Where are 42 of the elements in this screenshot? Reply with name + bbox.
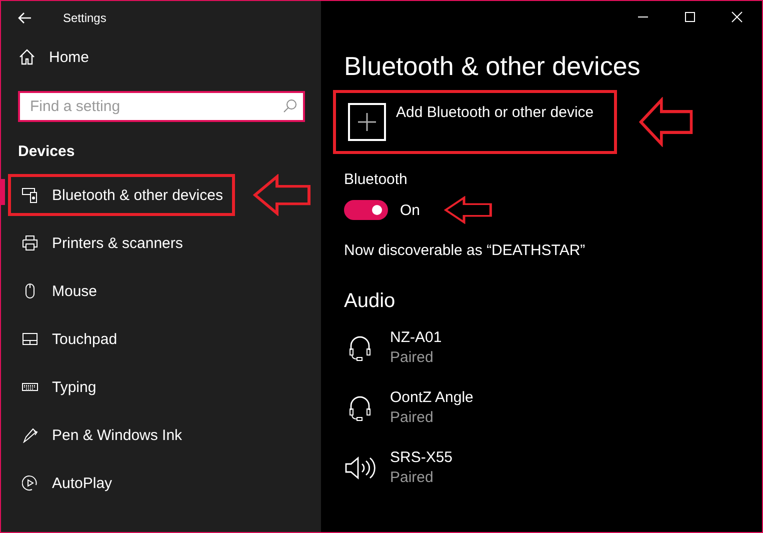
section-heading: Devices [17,142,76,162]
device-status: Paired [390,469,434,486]
close-icon[interactable] [731,11,743,23]
autoplay-icon [22,475,38,491]
device-item[interactable]: NZ-A01 Paired [344,322,762,373]
nav-item[interactable]: AutoPlay [8,464,222,502]
plus-icon [348,103,386,141]
nav-item[interactable]: Printers & scanners [8,224,222,262]
pen-icon [22,427,38,443]
discoverable-text: Now discoverable as “DEATHSTAR” [344,242,586,259]
bluetooth-toggle[interactable] [344,200,388,220]
nav-item[interactable]: Bluetooth & other devices [8,174,235,216]
window-title: Settings [63,10,106,24]
touchpad-icon [22,331,38,347]
device-status: Paired [390,349,434,366]
search-field[interactable]: Find a setting [18,91,305,122]
keyboard-device-icon [22,187,38,203]
toggle-state: On [400,202,420,218]
search-icon [283,99,297,113]
nav-item[interactable]: Pen & Windows Ink [8,416,222,454]
home-icon [19,49,35,65]
arrow-icon [253,174,313,216]
back-icon[interactable] [18,12,32,24]
arrow-icon [444,196,494,224]
add-device-button[interactable]: Add Bluetooth or other device [333,90,617,154]
device-name: NZ-A01 [390,329,442,346]
home-link[interactable]: Home [1,37,321,77]
nav-item[interactable]: Typing [8,368,222,406]
device-name: OontZ Angle [390,389,474,406]
nav-item[interactable]: Mouse [8,272,222,310]
arrow-icon [639,97,695,147]
speaker-icon [344,454,376,480]
maximize-icon[interactable] [684,11,696,23]
section-heading: Audio [344,290,396,313]
device-name: SRS-X55 [390,449,453,466]
nav-item[interactable]: Touchpad [8,320,222,358]
printer-icon [22,235,38,251]
device-item[interactable]: SRS-X55 Paired [344,442,762,493]
device-item[interactable]: OontZ Angle Paired [344,382,762,433]
device-status: Paired [390,409,434,426]
setting-label: Bluetooth [344,171,408,188]
page-title: Bluetooth & other devices [344,51,642,82]
